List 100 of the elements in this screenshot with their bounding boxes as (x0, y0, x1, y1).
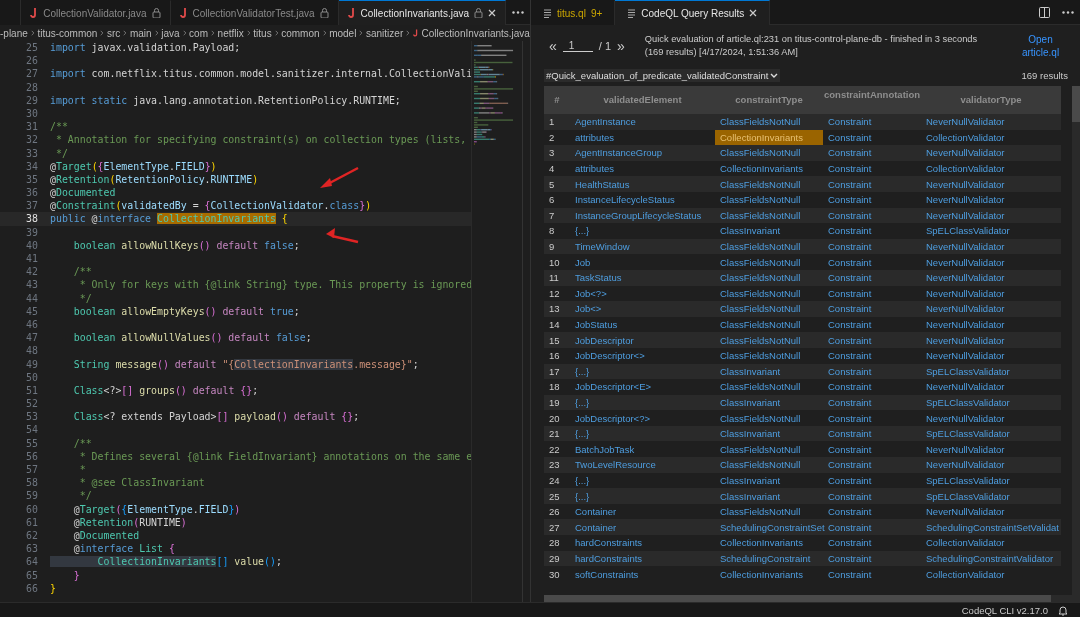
table-cell[interactable]: ClassFieldsNotNull (715, 410, 823, 426)
table-cell[interactable]: Constraint (823, 207, 921, 224)
table-cell[interactable]: Constraint (823, 285, 921, 302)
results-tab[interactable]: CodeQL Query Results (615, 0, 771, 25)
breadcrumb-item[interactable]: common (281, 27, 320, 39)
table-cell[interactable]: ClassFieldsNotNull (715, 316, 823, 333)
table-cell[interactable]: Container (570, 503, 715, 520)
table-cell[interactable]: ClassFieldsNotNull (715, 238, 823, 255)
table-cell[interactable]: InstanceLifecycleStatus (570, 191, 715, 208)
column-header[interactable]: constraintAnnotation (823, 86, 921, 114)
breadcrumb-item[interactable]: titus-common (37, 27, 98, 39)
cli-version[interactable]: CodeQL CLI v2.17.0 (961, 604, 1048, 616)
table-cell[interactable]: TwoLevelResource (570, 457, 715, 473)
table-cell[interactable]: Constraint (823, 457, 921, 473)
table-cell[interactable]: Constraint (823, 363, 921, 380)
table-cell[interactable]: {...} (570, 394, 715, 411)
table-cell[interactable]: ClassFieldsNotNull (715, 191, 823, 208)
table-cell[interactable]: TaskStatus (570, 269, 715, 286)
table-cell[interactable]: Constraint (823, 488, 921, 504)
breadcrumb-item[interactable]: sanitizer (366, 27, 404, 39)
split-editor-icon[interactable] (1039, 6, 1050, 18)
table-cell[interactable]: NeverNullValidator (921, 379, 1061, 395)
table-cell[interactable]: Job<> (570, 301, 715, 317)
table-cell[interactable]: CollectionValidator (921, 535, 1061, 551)
previous-page-button[interactable]: « (549, 38, 557, 54)
table-cell[interactable]: Constraint (823, 254, 921, 270)
table-cell[interactable]: Constraint (823, 535, 921, 551)
close-icon[interactable] (488, 9, 496, 17)
table-cell[interactable]: Constraint (823, 347, 921, 364)
table-cell[interactable]: Constraint (823, 316, 921, 333)
table-cell[interactable]: ClassFieldsNotNull (715, 379, 823, 395)
table-cell[interactable]: Constraint (823, 472, 921, 489)
table-cell[interactable]: NeverNullValidator (921, 285, 1061, 302)
table-cell[interactable]: NeverNullValidator (921, 254, 1061, 270)
table-cell[interactable]: SpELClassValidator (921, 394, 1061, 411)
table-cell[interactable]: NeverNullValidator (921, 145, 1061, 161)
breadcrumb-item[interactable]: main (129, 27, 152, 39)
table-cell[interactable]: InstanceGroupLifecycleStatus (570, 207, 715, 224)
results-tab[interactable]: titus.ql 9+ (531, 0, 616, 25)
table-cell[interactable]: ClassInvariant (715, 363, 823, 380)
column-header[interactable]: validatorType (921, 86, 1061, 114)
table-cell[interactable]: Job<?> (570, 285, 715, 302)
table-cell[interactable]: NeverNullValidator (921, 441, 1061, 458)
open-query-link[interactable]: Open article.ql (1013, 33, 1068, 59)
table-cell[interactable]: JobDescriptor<?> (570, 410, 715, 426)
table-cell[interactable]: ClassFieldsNotNull (715, 301, 823, 317)
table-cell[interactable]: SpELClassValidator (921, 472, 1061, 489)
table-cell[interactable]: Constraint (823, 441, 921, 458)
table-cell[interactable]: CollectionInvariants (715, 160, 823, 177)
breadcrumb-item[interactable]: CollectionInvariants.java (421, 27, 530, 39)
column-header[interactable]: validatedElement (570, 86, 715, 114)
table-cell[interactable]: Constraint (823, 269, 921, 286)
table-cell[interactable]: NeverNullValidator (921, 114, 1061, 130)
table-cell[interactable]: NeverNullValidator (921, 347, 1061, 364)
editor-tab[interactable]: CollectionInvariants.java (338, 0, 506, 25)
table-cell[interactable]: CollectionValidator (921, 129, 1061, 146)
table-cell[interactable]: NeverNullValidator (921, 301, 1061, 317)
table-cell[interactable]: NeverNullValidator (921, 457, 1061, 473)
table-cell[interactable]: SchedulingConstraintSetValidat (921, 519, 1061, 536)
more-actions-icon[interactable] (512, 10, 524, 14)
page-field[interactable]: 1 (562, 40, 593, 52)
table-cell[interactable]: JobDescriptor<> (570, 347, 715, 364)
table-cell[interactable]: AgentInstance (570, 114, 715, 130)
table-cell[interactable]: NeverNullValidator (921, 410, 1061, 426)
table-cell[interactable]: ClassFieldsNotNull (715, 285, 823, 302)
table-cell[interactable]: ClassFieldsNotNull (715, 207, 823, 224)
table-cell[interactable]: hardConstraints (570, 550, 715, 567)
table-cell[interactable]: SchedulingConstraintSet (715, 519, 823, 536)
table-cell[interactable]: NeverNullValidator (921, 238, 1061, 255)
table-cell[interactable]: attributes (570, 160, 715, 177)
table-cell[interactable]: SchedulingConstraint (715, 550, 823, 567)
editor-tab[interactable]: CollectionValidator.java (21, 0, 171, 25)
table-cell[interactable]: CollectionInvariants (715, 535, 823, 551)
table-cell[interactable]: Constraint (823, 238, 921, 255)
table-cell[interactable]: ClassInvariant (715, 488, 823, 504)
table-cell[interactable]: ClassFieldsNotNull (715, 176, 823, 192)
table-cell[interactable]: Constraint (823, 129, 921, 146)
table-cell[interactable]: NeverNullValidator (921, 503, 1061, 520)
column-header[interactable]: # (544, 86, 570, 114)
table-cell[interactable]: TimeWindow (570, 238, 715, 255)
table-cell[interactable]: Constraint (823, 550, 921, 567)
table-cell[interactable]: {...} (570, 363, 715, 380)
table-cell[interactable]: NeverNullValidator (921, 207, 1061, 224)
table-cell[interactable]: Constraint (823, 223, 921, 239)
breadcrumb-item[interactable]: src (107, 27, 121, 39)
table-cell[interactable]: ClassFieldsNotNull (715, 114, 823, 130)
table-cell[interactable]: Constraint (823, 379, 921, 395)
table-cell[interactable]: {...} (570, 488, 715, 504)
breadcrumb-item[interactable]: -plane (0, 27, 28, 39)
table-cell[interactable]: Constraint (823, 160, 921, 177)
breadcrumb-item[interactable]: com (189, 27, 208, 39)
table-cell[interactable]: SpELClassValidator (921, 425, 1061, 442)
table-cell[interactable]: Constraint (823, 566, 921, 582)
next-page-button[interactable]: » (617, 38, 625, 54)
table-cell[interactable]: Constraint (823, 503, 921, 520)
column-header[interactable]: constraintType (715, 86, 823, 114)
table-cell[interactable]: Container (570, 519, 715, 536)
table-cell[interactable]: Constraint (823, 114, 921, 130)
table-cell[interactable]: ClassFieldsNotNull (715, 503, 823, 520)
table-cell[interactable]: Constraint (823, 410, 921, 426)
